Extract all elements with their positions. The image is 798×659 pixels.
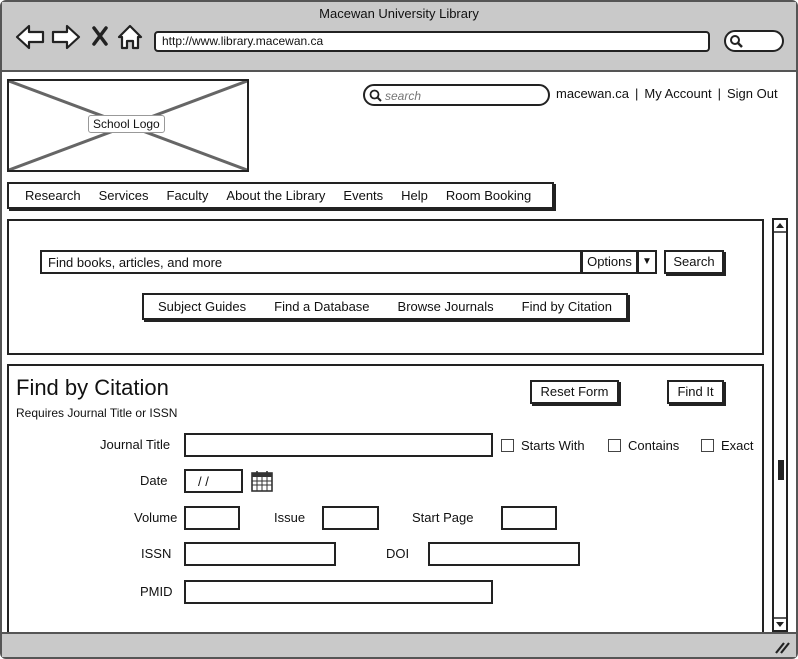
catalog-search-input[interactable]: Find books, articles, and more [40,250,582,274]
issue-input[interactable] [322,506,379,530]
journal-title-input[interactable] [184,433,493,457]
link-my-account[interactable]: My Account [644,86,711,101]
search-panel [7,219,764,355]
pmid-label: PMID [140,584,173,599]
window-title: Macewan University Library [319,6,479,21]
stop-icon[interactable] [92,26,108,46]
nav-item-help[interactable]: Help [401,188,428,203]
subnav-find-by-citation[interactable]: Find by Citation [522,299,612,314]
issn-label: ISSN [141,546,172,561]
link-sign-out[interactable]: Sign Out [727,86,778,101]
contains-checkbox[interactable] [608,439,621,452]
subnav-find-database[interactable]: Find a Database [274,299,369,314]
contains-label: Contains [628,438,680,453]
browser-status-bar [2,632,796,657]
site-search-input[interactable] [383,88,537,104]
scrollbar-graphics [774,223,786,627]
address-bar[interactable]: http://www.library.macewan.ca [154,31,710,52]
options-dropdown-button[interactable]: ▼ [637,250,657,274]
issn-input[interactable] [184,542,336,566]
doi-label: DOI [386,546,410,561]
main-nav: Research Services Faculty About the Libr… [7,182,554,209]
start-page-input[interactable] [501,506,557,530]
back-icon[interactable] [15,24,45,50]
scroll-up-icon[interactable] [776,223,784,228]
nav-item-room-booking[interactable]: Room Booking [446,188,531,203]
link-separator: | [717,86,721,101]
search-icon [369,89,382,102]
link-macewan[interactable]: macewan.ca [556,86,629,101]
browser-search-box[interactable] [724,30,784,52]
page-subtitle: Requires Journal Title or ISSN [16,406,178,420]
resize-grip-icon[interactable] [774,640,790,654]
search-icon [730,35,743,48]
starts-with-checkbox[interactable] [501,439,514,452]
options-select[interactable]: Options [581,250,638,274]
nav-item-faculty[interactable]: Faculty [167,188,209,203]
reset-form-button[interactable]: Reset Form [530,380,619,404]
volume-label: Volume [134,510,178,525]
nav-item-research[interactable]: Research [25,188,81,203]
volume-input[interactable] [184,506,240,530]
home-icon[interactable] [117,24,143,50]
date-label: Date [140,473,168,488]
nav-item-about[interactable]: About the Library [226,188,325,203]
date-input[interactable]: / / [184,469,243,493]
journal-title-label: Journal Title [100,437,171,452]
subnav-subject-guides[interactable]: Subject Guides [158,299,246,314]
browser-nav-icons [15,24,143,50]
issue-label: Issue [274,510,306,525]
account-links: macewan.ca | My Account | Sign Out [556,86,778,101]
nav-item-events[interactable]: Events [343,188,383,203]
site-search-box[interactable] [363,84,550,106]
pmid-input[interactable] [184,580,493,604]
search-button[interactable]: Search [664,250,724,274]
forward-icon[interactable] [51,24,81,50]
exact-checkbox[interactable] [701,439,714,452]
vertical-scrollbar[interactable] [772,218,788,632]
exact-label: Exact [721,438,754,453]
calendar-icon[interactable] [250,469,274,493]
link-separator: | [634,86,639,101]
logo-label: School Logo [88,115,165,133]
nav-item-services[interactable]: Services [99,188,149,203]
search-subnav: Subject Guides Find a Database Browse Jo… [142,293,628,320]
scroll-thumb[interactable] [778,460,784,480]
triangle-down-icon: ▼ [642,256,652,267]
page-title: Find by Citation [16,375,169,400]
find-it-button[interactable]: Find It [667,380,724,404]
scroll-down-icon[interactable] [776,622,784,627]
doi-input[interactable] [428,542,580,566]
starts-with-label: Starts With [521,438,585,453]
subnav-browse-journals[interactable]: Browse Journals [398,299,494,314]
start-page-label: Start Page [412,510,474,525]
